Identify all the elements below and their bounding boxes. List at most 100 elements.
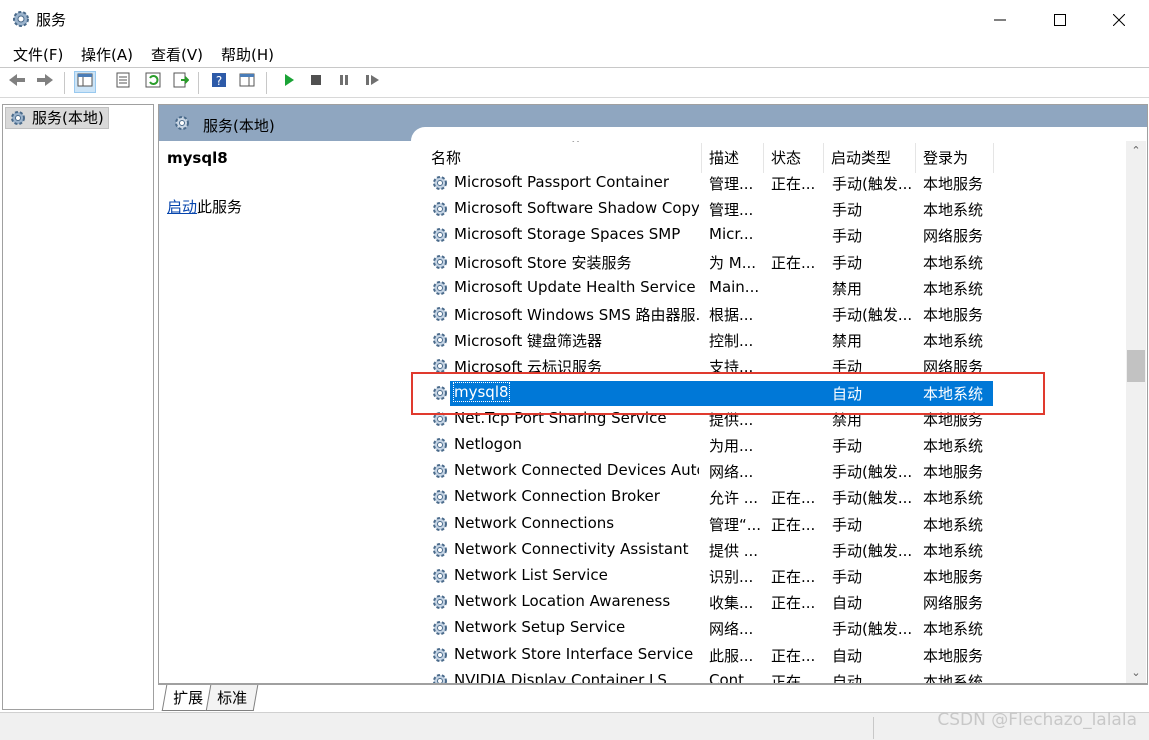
service-name: Microsoft Passport Container (454, 173, 670, 191)
scroll-up-icon[interactable]: ⌃ (1126, 141, 1146, 161)
service-startup-type: 自动 (832, 594, 863, 613)
column-header-status[interactable]: 状态 (771, 141, 823, 175)
service-logon-as: 本地系统 (923, 253, 984, 272)
menu-help[interactable]: 帮助(H) (221, 44, 274, 65)
service-row[interactable]: NVIDIA Display Container LS Cont... 正在... 自… (421, 669, 1127, 684)
service-row[interactable]: Microsoft 键盘筛选器 控制... 禁用 本地系统 (421, 328, 1127, 354)
scroll-down-icon[interactable]: ⌄ (1126, 663, 1146, 683)
service-startup-type: 禁用 (832, 279, 863, 298)
service-row[interactable]: Microsoft Software Shadow Copy P... 管理...… (421, 197, 1127, 223)
menu-action[interactable]: 操作(A) (81, 44, 133, 65)
help-button[interactable]: ? (208, 71, 230, 93)
service-row[interactable]: Microsoft Update Health Service Main... 禁用… (421, 276, 1127, 302)
column-header-startup-type[interactable]: 启动类型 (831, 141, 915, 175)
service-logon-as: 本地服务 (923, 463, 984, 482)
show-hide-tree-button[interactable] (74, 71, 96, 93)
back-button[interactable] (6, 71, 28, 93)
service-name: Network List Service (454, 566, 608, 584)
scroll-thumb[interactable] (1127, 350, 1145, 382)
service-description: 控制... (709, 332, 754, 351)
properties-button[interactable] (112, 71, 134, 93)
maximize-button[interactable] (1031, 0, 1089, 40)
help-icon: ? (211, 72, 227, 92)
service-startup-type: 手动(触发... (832, 463, 913, 482)
service-logon-as: 本地系统 (923, 279, 984, 298)
service-gear-icon (431, 279, 449, 301)
service-name: Microsoft Store 安装服务 (454, 253, 632, 272)
properties-icon (115, 72, 131, 92)
close-button[interactable] (1090, 0, 1148, 40)
service-status: 正在... (771, 175, 816, 193)
service-startup-type: 手动 (832, 201, 863, 220)
column-separator[interactable] (915, 143, 916, 173)
start-service-link[interactable]: 启动 (167, 198, 197, 216)
service-startup-type: 手动 (832, 227, 863, 246)
service-row[interactable]: Network Connectivity Assistant 提供 ... 手动(触… (421, 538, 1127, 564)
menu-view[interactable]: 查看(V) (151, 44, 203, 65)
service-row[interactable]: Network Location Awareness 收集... 正在... 自动 网络… (421, 590, 1127, 616)
stop-service-button[interactable] (305, 71, 327, 93)
service-name: NVIDIA Display Container LS (454, 670, 667, 684)
service-row[interactable]: Network List Service 识别... 正在... 手动 本地服务 (421, 564, 1127, 590)
export-list-button[interactable] (170, 71, 192, 93)
column-separator[interactable] (763, 143, 764, 173)
service-row[interactable]: Microsoft Store 安装服务 为 M... 正在... 手动 本地系统 (421, 250, 1127, 276)
restart-service-button[interactable] (362, 71, 384, 93)
service-logon-as: 本地系统 (923, 332, 984, 351)
service-description: 提供 ... (709, 541, 759, 560)
service-description: 管理... (709, 175, 754, 193)
service-startup-type: 手动(触发... (832, 489, 913, 508)
service-gear-icon (431, 200, 449, 222)
pause-service-button[interactable] (333, 71, 355, 93)
tab-standard[interactable]: 标准 (205, 685, 259, 711)
column-separator[interactable] (701, 143, 702, 173)
svg-text:?: ? (216, 74, 222, 88)
service-gear-icon (431, 174, 449, 196)
service-row[interactable]: Microsoft Windows SMS 路由器服... 根据... 手动(触发.… (421, 302, 1127, 328)
status-separator (873, 717, 874, 739)
service-row[interactable]: Network Connection Broker 允许 ... 正在... 手动(触… (421, 485, 1127, 511)
column-header-name[interactable]: ^ 名称 (431, 141, 701, 175)
service-row[interactable]: Network Store Interface Service 此服... 正在..… (421, 643, 1127, 669)
service-gear-icon (431, 436, 449, 458)
service-row[interactable]: Microsoft Storage Spaces SMP Micr... 手动 网络服… (421, 223, 1127, 249)
action-pane-icon (239, 72, 255, 92)
start-service-button[interactable] (278, 71, 300, 93)
toolbar-separator (266, 72, 267, 94)
services-gear-icon (9, 109, 27, 132)
view-tabs: 扩展 标准 (158, 684, 1148, 712)
refresh-button[interactable] (142, 71, 164, 93)
action-pane-button[interactable] (236, 71, 258, 93)
maximize-icon (1054, 14, 1066, 26)
tree-item-services-local[interactable]: 服务(本地) (5, 107, 109, 129)
column-header-description[interactable]: 描述 (709, 141, 764, 175)
service-description: 识别... (709, 568, 754, 586)
service-name: Microsoft 键盘筛选器 (454, 332, 603, 351)
sort-ascending-icon: ^ (571, 141, 581, 150)
pane-header-title: 服务(本地) (203, 117, 275, 135)
service-name: Microsoft Update Health Service (454, 277, 696, 296)
service-row[interactable]: Network Connections 管理“... 正在... 手动 本地系统 (421, 512, 1127, 538)
service-row[interactable]: Network Connected Devices Auto... 网络... 手动… (421, 459, 1127, 485)
minimize-button[interactable] (971, 0, 1029, 40)
column-separator[interactable] (993, 143, 994, 173)
minimize-icon (994, 14, 1006, 26)
service-startup-type: 手动 (832, 515, 863, 534)
menu-file[interactable]: 文件(F) (13, 44, 63, 65)
vertical-scrollbar[interactable]: ⌃ ⌄ (1126, 141, 1146, 683)
service-logon-as: 本地系统 (923, 620, 984, 639)
service-row[interactable]: Network Setup Service 网络... 手动(触发... 本地系统 (421, 616, 1127, 642)
service-logon-as: 本地服务 (923, 306, 984, 324)
service-logon-as: 本地系统 (923, 437, 984, 455)
service-row[interactable]: Microsoft Passport Container 管理... 正在... 手动… (421, 171, 1127, 197)
column-header-logon-as[interactable]: 登录为 (923, 141, 993, 175)
service-logon-as: 本地系统 (923, 515, 984, 534)
service-logon-as: 本地服务 (923, 568, 984, 586)
service-row[interactable]: Netlogon 为用... 手动 本地系统 (421, 433, 1127, 459)
service-status: 正在... (771, 568, 816, 586)
forward-button[interactable] (34, 71, 56, 93)
start-service-icon (282, 73, 296, 91)
service-startup-type: 手动(触发... (832, 306, 913, 324)
column-separator[interactable] (823, 143, 824, 173)
service-status: 正在... (771, 489, 816, 508)
